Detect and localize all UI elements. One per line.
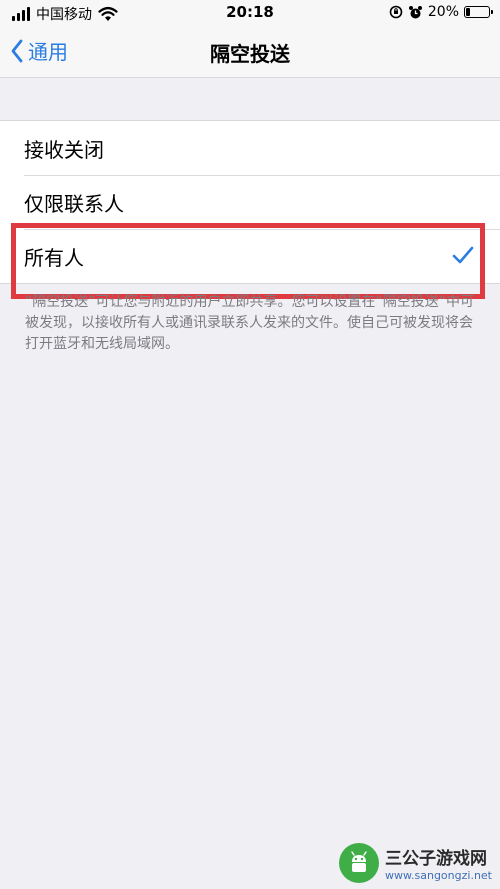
option-receiving-off[interactable]: 接收关闭 <box>0 121 500 175</box>
airdrop-options: 接收关闭 仅限联系人 所有人 <box>0 120 500 284</box>
option-label: 仅限联系人 <box>24 191 124 216</box>
watermark-url: www.sangongzi.net <box>385 869 492 882</box>
checkmark-icon <box>452 246 474 264</box>
watermark-title: 三公子游戏网 <box>385 849 488 869</box>
navigation-bar: 通用 隔空投送 <box>0 26 500 78</box>
watermark: 三公子游戏网 www.sangongzi.net <box>339 843 492 883</box>
status-right: 20% <box>389 4 493 20</box>
rotation-lock-icon <box>389 5 403 19</box>
option-contacts-only[interactable]: 仅限联系人 <box>0 175 500 229</box>
status-bar: 中国移动 20:18 20% <box>0 0 500 26</box>
option-everyone[interactable]: 所有人 <box>0 229 500 283</box>
alarm-icon <box>408 5 422 18</box>
battery-icon <box>464 6 493 18</box>
option-label: 所有人 <box>24 245 84 270</box>
battery-level <box>466 8 471 16</box>
page-title: 隔空投送 <box>210 42 290 66</box>
battery-percent: 20% <box>427 4 459 20</box>
footer-description: “隔空投送”可让您与附近的用户立即共享。您可以设置在“隔空投送”中可被发现，以接… <box>25 294 475 352</box>
android-robot-icon <box>339 843 380 883</box>
option-label: 接收关闭 <box>24 137 104 162</box>
watermark-text: 三公子游戏网 www.sangongzi.net <box>385 844 492 882</box>
